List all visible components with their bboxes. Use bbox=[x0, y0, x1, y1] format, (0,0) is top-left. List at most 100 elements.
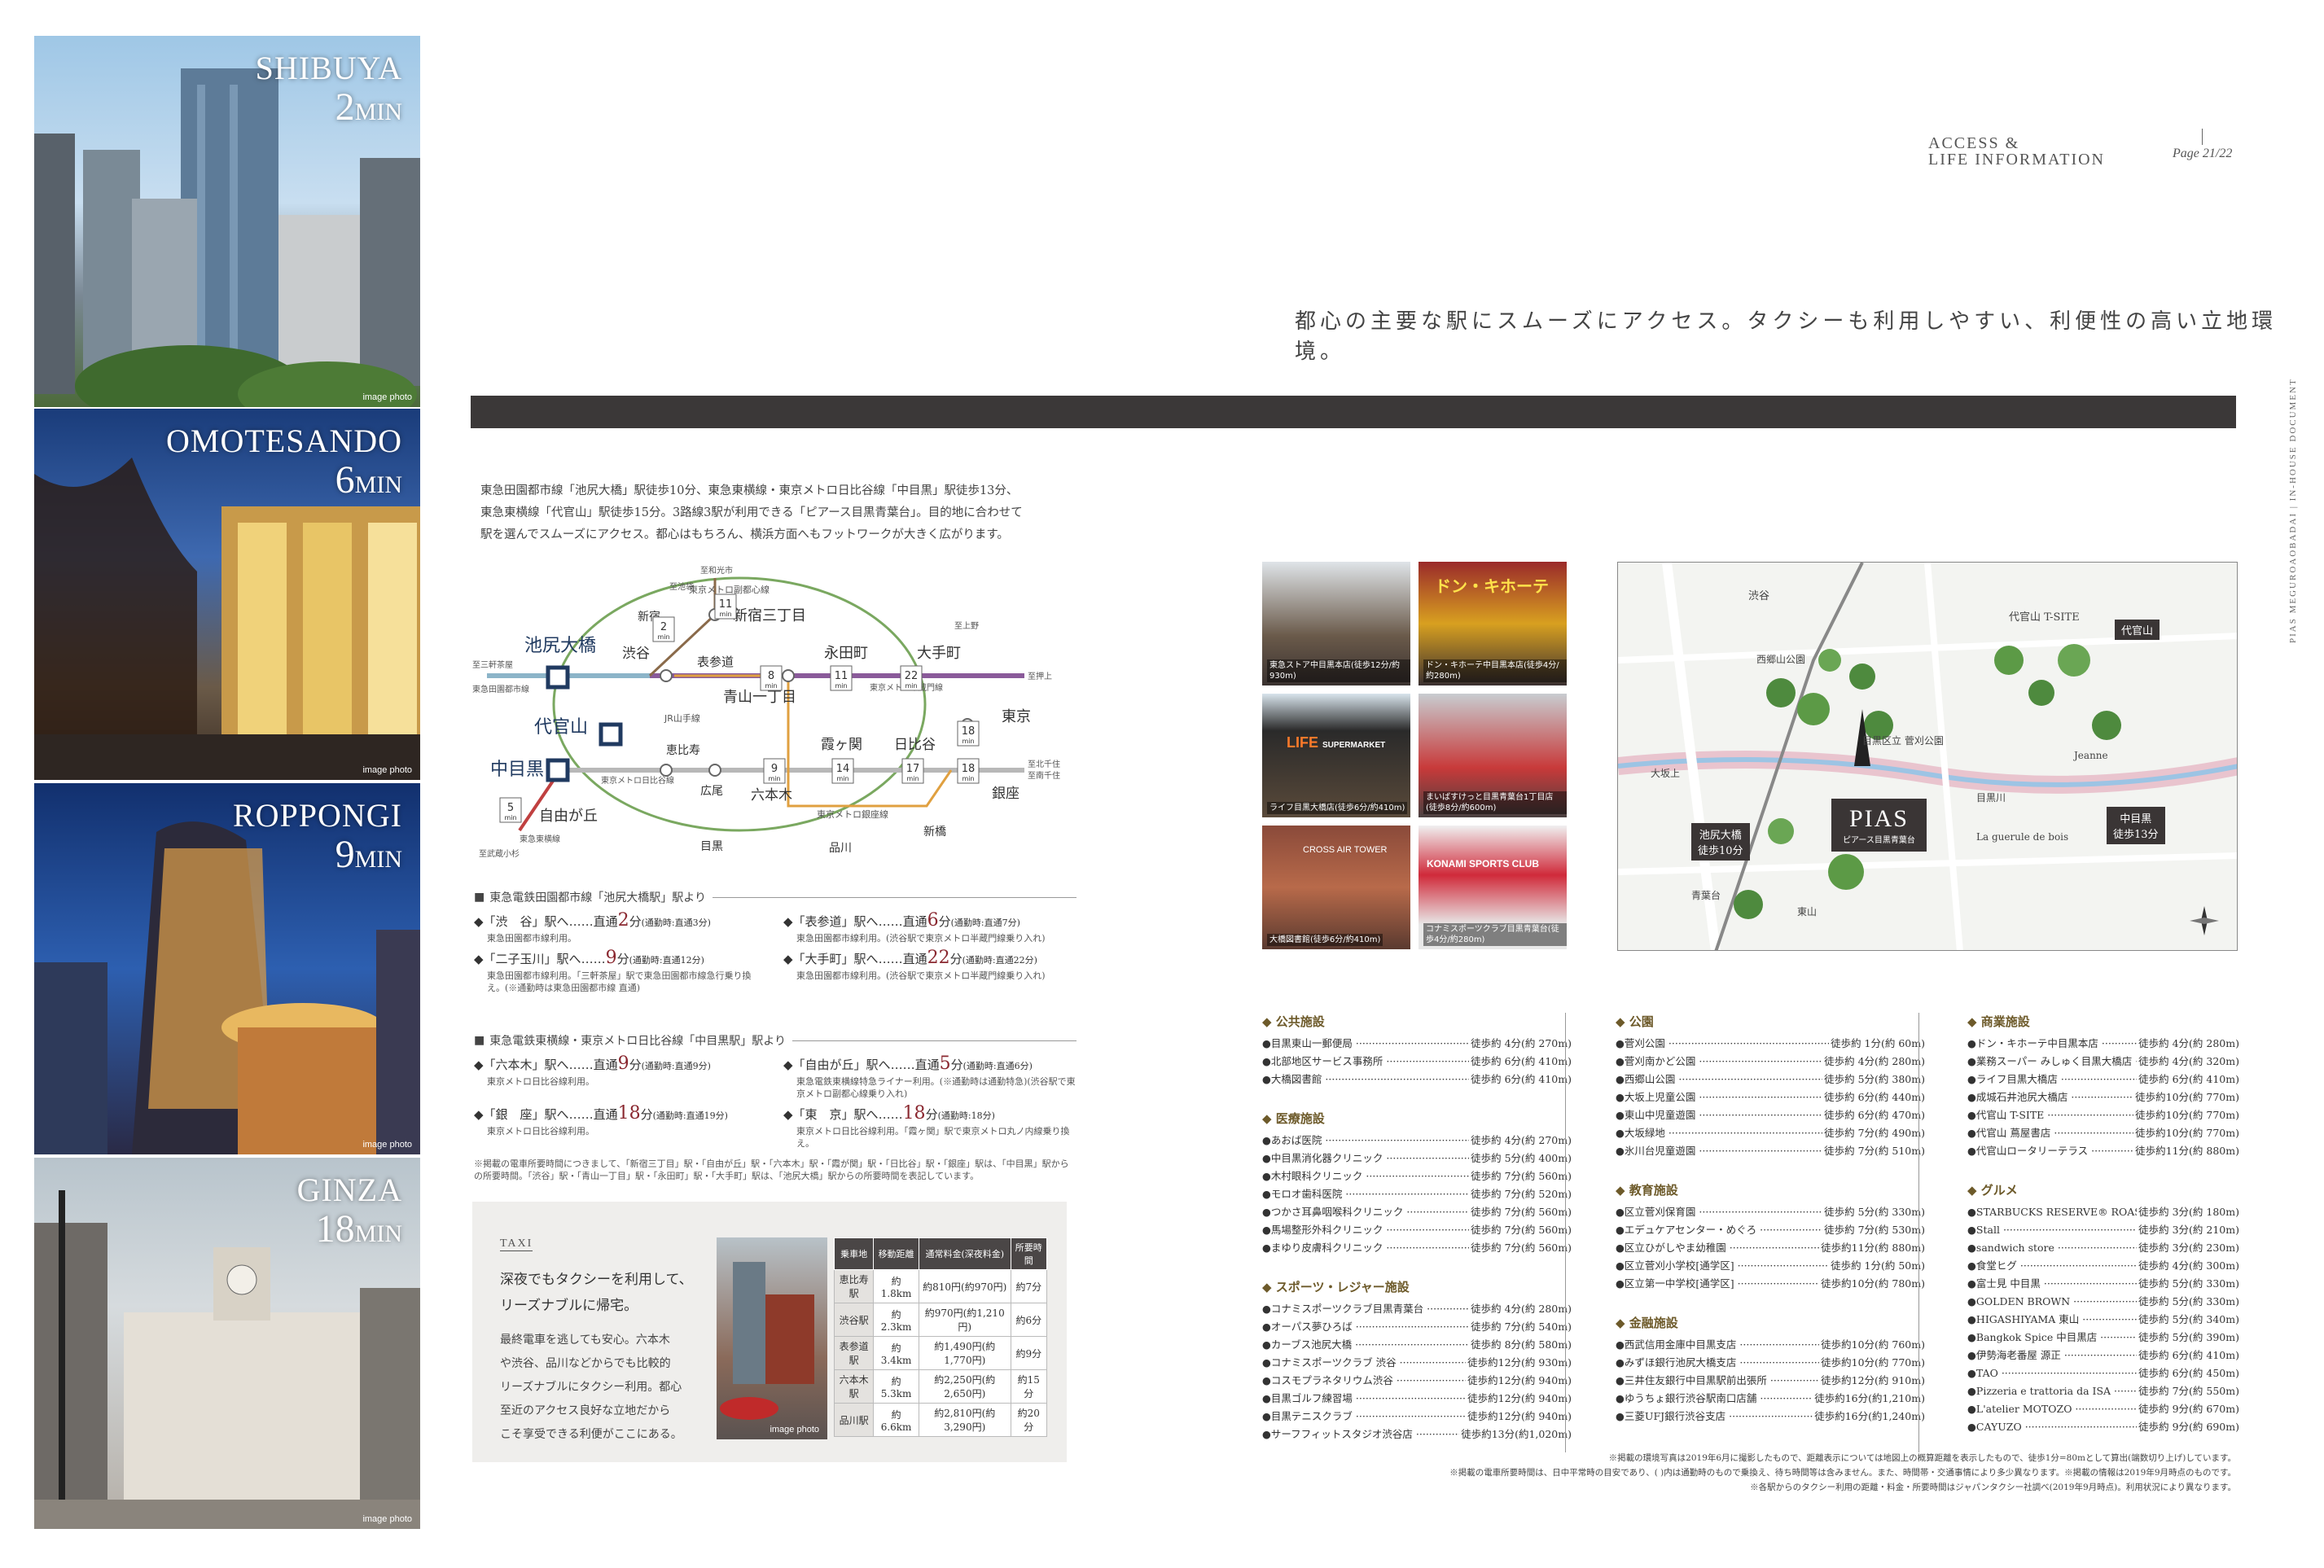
photo-time: 6MIN bbox=[335, 458, 402, 501]
station-roppongi: 六本木 bbox=[751, 787, 792, 804]
facility-category: ◆ グルメ bbox=[1967, 1183, 2018, 1198]
min-value: 11 bbox=[719, 598, 733, 611]
photo-note: image photo bbox=[362, 1514, 412, 1524]
facilities-col3: ◆ 商業施設 ●ドン・キホーテ中目黒本店徒歩約 4分(約 280m)●業務スーパー… bbox=[1967, 1013, 2239, 1457]
min-value: 14 bbox=[836, 763, 850, 775]
map-label: 大坂上 bbox=[1651, 768, 1681, 779]
thumb-life: LIFE SUPERMARKET ライフ目黒大橋店(徒歩6分/約410m) bbox=[1262, 694, 1410, 817]
route-item: ◆「大手町」駅へ……直通22分(通勤時:直通22分) 東急田園都市線利用。(渋谷駅… bbox=[783, 948, 1046, 982]
map-label: 目黒川 bbox=[1976, 792, 2006, 804]
facility-item: ●業務スーパー みしゅく目黒大橋店徒歩約 4分(約 320m) bbox=[1967, 1053, 2239, 1071]
station-tokyo: 東京 bbox=[1002, 708, 1031, 725]
line-fukutoshin: 東京メトロ副都心線 bbox=[689, 584, 770, 595]
min-unit: min bbox=[768, 775, 780, 782]
taxi-cell: 約6.6km bbox=[873, 1403, 919, 1437]
taxi-panel: TAXI 深夜でもタクシーを利用して、 リーズナブルに帰宅。 最終電車を逃しても安… bbox=[472, 1202, 1067, 1462]
min-value: 17 bbox=[906, 763, 920, 775]
map-label: Jeanne bbox=[2074, 750, 2108, 761]
end-sangenjaya: 至三軒茶屋 bbox=[472, 659, 513, 670]
facility-item: ●カーブス池尻大橋徒歩約 8分(約 580m) bbox=[1262, 1336, 1572, 1354]
min-value: 5 bbox=[507, 802, 514, 814]
station-shibuya: 渋谷 bbox=[622, 646, 650, 662]
facility-item: ●区立菅刈保育園徒歩約 5分(約 330m) bbox=[1616, 1203, 1925, 1221]
photo-note: image photo bbox=[362, 1140, 412, 1150]
side-caption: PIAS MEGUROAOBADAI | IN-HOUSE DOCUMENT bbox=[2288, 378, 2298, 643]
map-label: 青葉台 bbox=[1691, 890, 1721, 901]
facility-item: ●大橋図書館徒歩約 6分(約 410m) bbox=[1262, 1071, 1572, 1088]
taxi-row: 渋谷駅 約2.3km 約970円(約1,210円) 約6分 bbox=[833, 1303, 1048, 1337]
taxi-cell: 約5.3km bbox=[873, 1369, 919, 1404]
route-item: ◆「東 京」駅へ……18分(通勤時:18分) 東京メトロ日比谷線利用。「霞ヶ関」駅… bbox=[783, 1103, 1070, 1150]
facilities-col2: ◆ 公園 ●菅刈公園徒歩約 1分(約 60m)●菅刈南かど公園徒歩約 4分(約 2… bbox=[1616, 1013, 1925, 1447]
facility-category: ◆ 公共施設 bbox=[1262, 1014, 1325, 1029]
min-value: 2 bbox=[660, 621, 667, 633]
facility-item: ●GOLDEN BROWN徒歩約 5分(約 330m) bbox=[1967, 1293, 2239, 1311]
facility-list: ●コナミスポーツクラブ目黒青葉台徒歩約 4分(約 280m)●オーパス夢ひろば徒… bbox=[1262, 1300, 1572, 1443]
map-label: 代官山 T-SITE bbox=[2009, 611, 2080, 624]
facility-list: ●STARBUCKS RESERVE® ROASTERY TOKYO徒歩約 3分… bbox=[1967, 1203, 2239, 1436]
taxi-cell: 約810円(約970円) bbox=[918, 1269, 1011, 1303]
facility-list: ●あおば医院徒歩約 4分(約 270m)●中目黒消化器クリニック徒歩約 5分(約… bbox=[1262, 1132, 1572, 1257]
facility-item: ●区立菅刈小学校[通学区]徒歩約 1分(約 50m) bbox=[1616, 1257, 1925, 1275]
min-unit: min bbox=[835, 682, 847, 690]
route-item: ◆「渋 谷」駅へ……直通2分(通勤時:直通3分) 東急田園都市線利用。 bbox=[474, 910, 711, 944]
end-kitasenju: 至北千住 bbox=[1028, 759, 1060, 769]
min-value: 18 bbox=[962, 725, 976, 738]
facility-item: ●コナミスポーツクラブ目黒青葉台徒歩約 4分(約 280m) bbox=[1262, 1300, 1572, 1318]
end-oshiage: 至押上 bbox=[1028, 671, 1052, 681]
facility-item: ●sandwich store徒歩約 3分(約 230m) bbox=[1967, 1239, 2239, 1257]
end-musashikosugi: 至武蔵小杉 bbox=[479, 848, 520, 859]
facility-category: ◆ 商業施設 bbox=[1967, 1014, 2030, 1029]
min-unit: min bbox=[719, 611, 731, 618]
facility-item: ●菅刈南かど公園徒歩約 4分(約 280m) bbox=[1616, 1053, 1925, 1071]
thumb-konami: KONAMI SPORTS CLUB コナミスポーツクラブ目黒青葉台(徒歩4分/… bbox=[1419, 826, 1567, 949]
routes2-title: ■ 東急電鉄東横線・東京メトロ日比谷線「中目黒駅」駅より bbox=[474, 1032, 1076, 1049]
station-hiroo: 広尾 bbox=[700, 785, 723, 798]
header-line1: ACCESS & bbox=[1928, 134, 2020, 152]
photo-roppongi: ROPPONGI 9MIN image photo bbox=[34, 783, 420, 1154]
facility-list: ●ドン・キホーテ中目黒本店徒歩約 4分(約 280m)●業務スーパー みしゅく目… bbox=[1967, 1035, 2239, 1160]
taxi-table: 乗車地 移動距離 通常料金(深夜料金) 所要時間 恵比寿駅 約1.8km 約810円(約9… bbox=[833, 1237, 1048, 1437]
station-hibiya: 日比谷 bbox=[894, 737, 936, 753]
route-item: ◆「銀 座」駅へ……直通18分(通勤時:直通19分) 東京メトロ日比谷線利用。 bbox=[474, 1103, 728, 1137]
facility-item: ●目黒テニスクラブ徒歩約12分(約 940m) bbox=[1262, 1408, 1572, 1426]
station-jiyugaoka: 自由が丘 bbox=[539, 808, 598, 825]
facility-item: ●氷川台児童遊園徒歩約 7分(約 510m) bbox=[1616, 1142, 1925, 1160]
thumb-caption: ドン・キホーテ中目黒本店(徒歩4分/約280m) bbox=[1423, 659, 1567, 682]
min-unit: min bbox=[962, 775, 974, 782]
end-minowa: 至南千住 bbox=[1028, 770, 1060, 781]
facility-item: ●伊勢海老番屋 源正徒歩約 6分(約 410m) bbox=[1967, 1347, 2239, 1364]
min-unit: min bbox=[906, 775, 919, 782]
facility-item: ●代官山 T-SITE徒歩約10分(約 770m) bbox=[1967, 1106, 2239, 1124]
station-omotesando: 表参道 bbox=[697, 655, 734, 669]
facility-item: ●HIGASHIYAMA 東山徒歩約 5分(約 340m) bbox=[1967, 1311, 2239, 1329]
routes2-list: ◆「六本木」駅へ……直通9分(通勤時:直通9分) 東京メトロ日比谷線利用。 ◆「自由… bbox=[474, 1055, 1076, 1150]
taxi-photo: image photo bbox=[717, 1237, 827, 1439]
taxi-heading: 深夜でもタクシーを利用して、 リーズナブルに帰宅。 bbox=[500, 1272, 693, 1314]
photo-name: OMOTESANDO bbox=[166, 423, 402, 459]
station-shinjuku3: 新宿三丁目 bbox=[733, 607, 806, 624]
facility-item: ●CAYUZO徒歩約 9分(約 690m) bbox=[1967, 1418, 2239, 1436]
facility-item: ●あおば医院徒歩約 4分(約 270m) bbox=[1262, 1132, 1572, 1150]
taxi-cell: 約2.3km bbox=[873, 1303, 919, 1337]
thumb-caption: まいばすけっと目黒青葉台1丁目店(徒歩8分/約600m) bbox=[1423, 791, 1567, 814]
route-item: ◆「表参道」駅へ……直通6分(通勤時:直通7分) 東急田園都市線利用。(渋谷駅で東… bbox=[783, 910, 1046, 944]
station-otemachi: 大手町 bbox=[917, 645, 961, 662]
facility-item: ●Bangkok Spice 中目黒店徒歩約 5分(約 390m) bbox=[1967, 1329, 2239, 1347]
taxi-cell: 約15分 bbox=[1010, 1369, 1048, 1404]
header-line2: LIFE INFORMATION bbox=[1928, 151, 2105, 169]
station-aoyama1: 青山一丁目 bbox=[723, 689, 796, 706]
map-daikanyama: 代官山 bbox=[2115, 620, 2160, 640]
photo-name: GINZA bbox=[296, 1172, 402, 1208]
facility-item: ●食堂ヒグ徒歩約 4分(約 300m) bbox=[1967, 1257, 2239, 1275]
thumb-caption: 大橋図書館(徒歩6分/約410m) bbox=[1267, 934, 1383, 946]
taxi-header: 通常料金(深夜料金) bbox=[918, 1237, 1011, 1270]
donki-sign: ドン・キホーテ bbox=[1435, 576, 1549, 596]
photo-time: 2MIN bbox=[335, 85, 402, 129]
end-ueno: 至上野 bbox=[954, 621, 979, 631]
route-note: ※掲載の電車所要時間につきまして、「新宿三丁目」駅・「自由が丘」駅・「六本木」駅… bbox=[474, 1158, 1069, 1181]
facility-item: ●TAO徒歩約 6分(約 450m) bbox=[1967, 1364, 2239, 1382]
taxi-header: 移動距離 bbox=[873, 1237, 919, 1270]
map-label: 渋谷 bbox=[1748, 590, 1770, 602]
facility-item: ●まゆり皮膚科クリニック徒歩約 7分(約 560m) bbox=[1262, 1239, 1572, 1257]
